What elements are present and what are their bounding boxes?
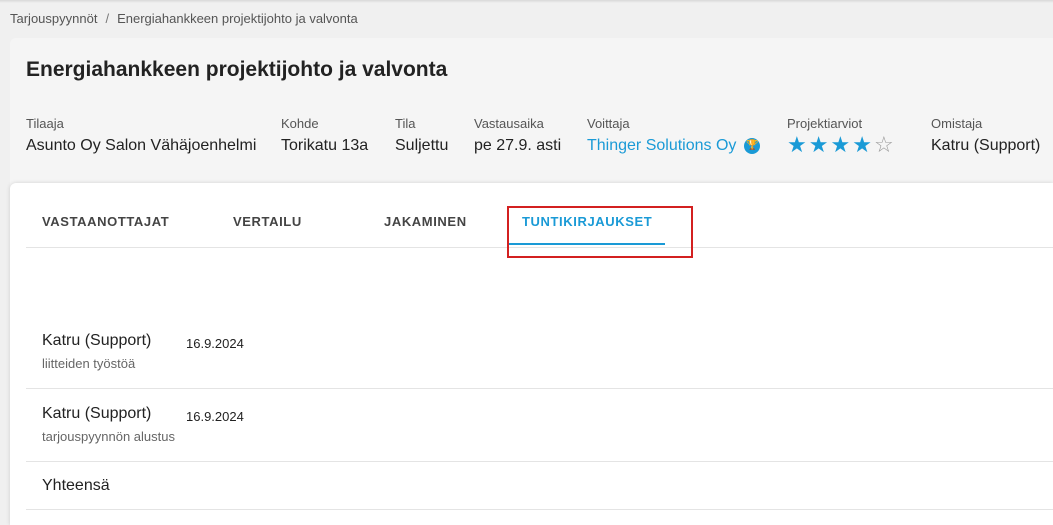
field-tila: Tila Suljettu xyxy=(395,116,448,155)
breadcrumb: Tarjouspyynnöt / Energiahankkeen projektij… xyxy=(10,11,358,26)
field-value: Torikatu 13a xyxy=(281,137,369,154)
field-label: Kohde xyxy=(281,116,319,131)
star-filled-icon[interactable]: ★ xyxy=(830,134,850,156)
field-omistaja: Omistaja Katru (Support) xyxy=(931,116,1040,155)
field-label: Projektiarviot xyxy=(787,116,863,131)
divider xyxy=(26,509,1053,510)
highlight-annotation-box xyxy=(507,206,693,258)
tab-vertailu[interactable]: VERTAILU xyxy=(233,214,302,229)
field-value: Suljettu xyxy=(395,137,449,154)
total-label: Yhteensä xyxy=(42,477,110,494)
field-label: Vastausaika xyxy=(474,116,544,131)
field-value: Asunto Oy Salon Vähäjoenhelmi xyxy=(26,137,257,154)
star-rating[interactable]: ★ ★ ★ ★ ☆ xyxy=(787,134,894,156)
winner-link[interactable]: Thinger Solutions Oy 🏆 xyxy=(587,137,761,155)
field-tilaaja: Tilaaja Asunto Oy Salon Vähäjoenhelmi xyxy=(26,116,256,155)
star-filled-icon[interactable]: ★ xyxy=(787,134,807,156)
content-card: VASTAANOTTAJAT VERTAILU JAKAMINEN TUNTIK… xyxy=(10,183,1053,525)
field-label: Omistaja xyxy=(931,116,983,131)
entry-description: liitteiden työstöä xyxy=(42,356,136,371)
star-filled-icon[interactable]: ★ xyxy=(852,134,872,156)
entry-date: 16.9.2024 xyxy=(186,409,244,424)
winner-name[interactable]: Thinger Solutions Oy xyxy=(587,137,736,155)
page-title: Energiahankkeen projektijohto ja valvont… xyxy=(26,58,448,81)
tab-vastaanottajat[interactable]: VASTAANOTTAJAT xyxy=(42,214,169,229)
list-item: Katru (Support) 16.9.2024 tarjouspyynnön… xyxy=(26,389,1053,462)
star-filled-icon[interactable]: ★ xyxy=(809,134,829,156)
breadcrumb-current: Energiahankkeen projektijohto ja valvont… xyxy=(117,11,358,26)
entry-author: Katru (Support) xyxy=(42,332,152,349)
tab-bar: VASTAANOTTAJAT VERTAILU JAKAMINEN TUNTIK… xyxy=(26,183,1053,258)
trophy-icon: 🏆 xyxy=(744,138,761,154)
field-voittaja: Voittaja Thinger Solutions Oy 🏆 xyxy=(587,116,761,155)
entry-description: tarjouspyynnön alustus xyxy=(42,429,175,444)
tab-jakaminen[interactable]: JAKAMINEN xyxy=(384,214,467,229)
entry-author: Katru (Support) xyxy=(42,405,152,422)
tender-header: Energiahankkeen projektijohto ja valvont… xyxy=(10,38,1053,198)
entry-date: 16.9.2024 xyxy=(186,336,244,351)
topbar-shadow xyxy=(0,0,1053,3)
breadcrumb-root-link[interactable]: Tarjouspyynnöt xyxy=(10,11,97,26)
field-projektiarviot: Projektiarviot ★ ★ ★ ★ ☆ xyxy=(787,116,894,156)
star-empty-icon[interactable]: ☆ xyxy=(874,134,894,156)
field-value: pe 27.9. asti xyxy=(474,137,562,154)
field-kohde: Kohde Torikatu 13a xyxy=(281,116,368,155)
field-label: Tilaaja xyxy=(26,116,64,131)
field-label: Voittaja xyxy=(587,116,630,131)
breadcrumb-separator: / xyxy=(105,11,110,26)
field-label: Tila xyxy=(395,116,416,131)
field-vastausaika: Vastausaika pe 27.9. asti xyxy=(474,116,561,155)
field-value: Katru (Support) xyxy=(931,137,1041,154)
list-item: Katru (Support) 16.9.2024 liitteiden työ… xyxy=(26,316,1053,389)
